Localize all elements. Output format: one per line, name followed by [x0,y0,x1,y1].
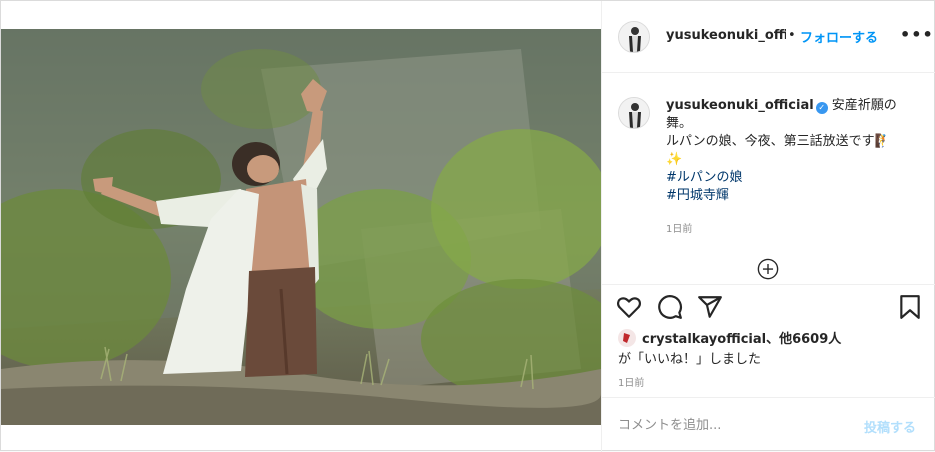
separator-dot: • [788,28,796,43]
action-bar [602,286,935,326]
more-options-icon[interactable]: ••• [900,25,934,44]
comment-icon[interactable] [657,294,683,320]
liker-avatar-image [618,329,636,347]
bookmark-icon[interactable] [897,294,923,320]
comment-bar: 投稿する [602,397,935,452]
instagram-post: yusukeonuki_official • フォローする ••• yusuke… [0,0,935,452]
post-side-panel: yusukeonuki_official • フォローする ••• yusuke… [601,1,935,452]
likes-count[interactable]: 、他6609人 [766,332,841,347]
caption-timestamp: 1日前 [666,224,693,235]
climber-emoji-icon: 🧗 [874,134,891,149]
post-header: yusukeonuki_official • フォローする ••• [602,1,935,73]
liker-username[interactable]: crystalkayofficial [642,332,766,347]
plus-circle-icon[interactable] [757,258,779,280]
likes-suffix: が「いいね！」しました [618,352,762,367]
sparkle-icon: ✨ [666,152,683,167]
comment-input[interactable] [618,414,848,436]
post-comment-button[interactable]: 投稿する [864,417,916,436]
verified-badge-icon: ✓ [815,102,828,114]
caption-text: yusukeonuki_official ✓ 安産祈願の舞。 ルパンの娘、今夜、第三… [666,97,921,205]
liker-avatar[interactable] [618,329,636,347]
caption-line-2: ルパンの娘、今夜、第三話放送です [666,134,875,149]
avatar-image [619,98,649,128]
avatar[interactable] [618,21,650,53]
follow-button[interactable]: フォローする [800,27,878,46]
avatar[interactable] [618,97,650,129]
hashtag-link[interactable]: #円城寺輝 [666,187,921,205]
likes-summary: crystalkayofficial、他6609人 が「いいね！」しました [618,329,928,370]
caption-username[interactable]: yusukeonuki_official [666,98,814,113]
heart-icon[interactable] [616,294,642,320]
hashtag-link[interactable]: #ルパンの娘 [666,169,921,187]
header-username[interactable]: yusukeonuki_official [666,28,786,43]
post-photo[interactable] [1,29,601,425]
avatar-image [619,22,649,52]
share-icon[interactable] [697,294,723,320]
post-timestamp: 1日前 [618,378,645,389]
caption-area: yusukeonuki_official ✓ 安産祈願の舞。 ルパンの娘、今夜、第三… [602,73,935,285]
post-image [1,29,601,425]
